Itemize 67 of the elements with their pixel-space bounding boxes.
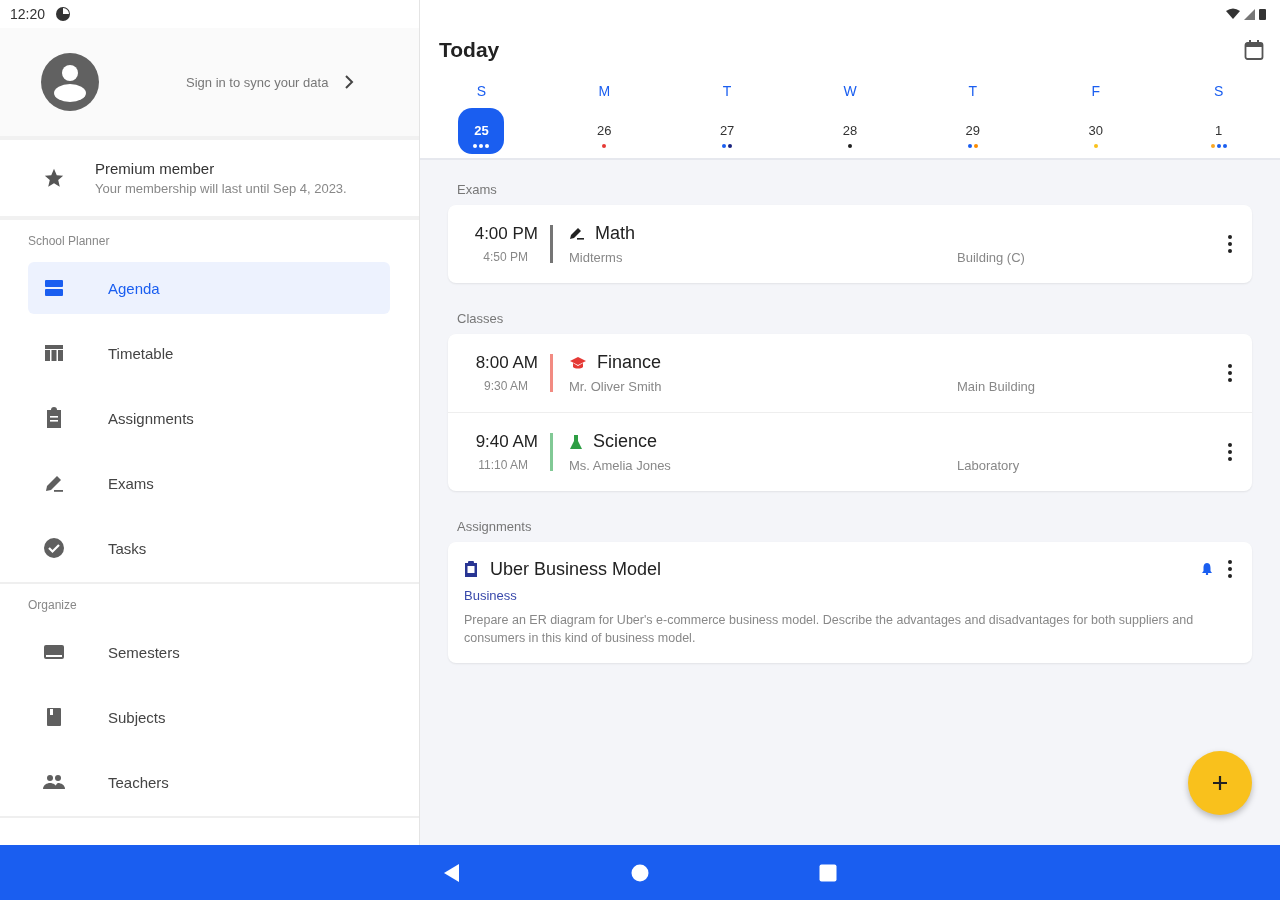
end-time: 4:50 PM	[483, 250, 529, 264]
drawer-item[interactable]: Semesters	[28, 626, 390, 678]
home-icon[interactable]	[631, 863, 649, 882]
weekday-label: M	[598, 82, 611, 101]
event-location: Laboratory	[957, 458, 1020, 473]
clipboard-icon	[464, 561, 478, 577]
group-label: Classes	[456, 310, 505, 328]
wifi-icon	[1226, 8, 1240, 20]
star-icon	[43, 167, 65, 189]
check-circle-icon	[42, 536, 66, 560]
assignment-title: Uber Business Model	[490, 558, 663, 580]
date-button[interactable]: 30	[1072, 108, 1119, 154]
weekday-label: T	[722, 82, 732, 101]
membership-note: Your membership will last until Sep 4, 2023.	[95, 181, 347, 196]
flask-icon	[569, 433, 583, 450]
section-label: School Planner	[27, 233, 111, 250]
drawer-item[interactable]: Tasks	[28, 522, 390, 574]
weekday-label: F	[1091, 82, 1100, 101]
drawer-item[interactable]: Assignments	[28, 392, 390, 444]
battery-icon	[1259, 8, 1266, 20]
end-time: 11:10 AM	[478, 458, 529, 472]
calendar-icon[interactable]	[1242, 38, 1266, 62]
drawer-item[interactable]: Exams	[28, 457, 390, 509]
event-title: Finance	[597, 352, 662, 373]
chevron-right-icon	[344, 75, 355, 89]
date-button[interactable]: 25	[458, 108, 505, 154]
pencil-icon	[569, 225, 585, 242]
event-subtitle: Ms. Amelia Jones	[569, 458, 672, 473]
page-title: Today	[439, 38, 500, 62]
event-subtitle: Midterms	[569, 250, 624, 265]
drawer-item[interactable]: Timetable	[28, 327, 390, 379]
weekday-label: W	[843, 82, 857, 101]
end-time: 9:30 AM	[483, 379, 529, 393]
date-button[interactable]: 28	[827, 108, 873, 154]
date-button[interactable]: 26	[581, 108, 628, 154]
plus-icon	[1211, 774, 1229, 792]
section-label: Organize	[27, 597, 78, 614]
back-icon[interactable]	[443, 862, 461, 883]
start-time: 4:00 PM	[474, 224, 538, 244]
event-subtitle: Mr. Oliver Smith	[569, 379, 663, 394]
assignment-description: Prepare an ER diagram for Uber's e-commerce business model. Describe the advantages and disadvantages for both suppliers and consumers in this kind of business model.	[464, 612, 1195, 647]
drawer-item[interactable]: Subjects	[28, 691, 390, 743]
premium-title: Premium member	[95, 160, 216, 177]
start-time: 8:00 AM	[475, 353, 538, 373]
weekday-label: T	[968, 82, 978, 101]
group-label: Assignments	[456, 518, 533, 536]
date-button[interactable]: 29	[949, 108, 996, 154]
sign-in-link[interactable]: Sign in to sync your data	[186, 74, 355, 90]
graduation-cap-icon	[569, 354, 587, 371]
start-time: 9:40 AM	[475, 432, 538, 452]
event-location: Building (C)	[957, 250, 1025, 265]
status-time: 12:20	[10, 6, 46, 22]
group-label: Exams	[456, 181, 498, 199]
drawer-item[interactable]: Teachers	[28, 756, 390, 808]
date-button[interactable]: 1	[1195, 108, 1242, 154]
app-status-icon	[55, 6, 72, 22]
signal-icon	[1244, 8, 1255, 20]
subject-tag: Business	[464, 588, 1236, 603]
event-location: Main Building	[957, 379, 1036, 394]
recents-icon[interactable]	[819, 863, 837, 882]
date-button[interactable]: 27	[704, 108, 751, 154]
drawer-item[interactable]: Agenda	[28, 262, 390, 314]
event-title: Science	[593, 431, 658, 452]
weekday-label: S	[1213, 82, 1224, 101]
avatar-icon	[40, 52, 100, 112]
weekday-label: S	[476, 82, 487, 101]
event-title: Math	[595, 223, 636, 244]
